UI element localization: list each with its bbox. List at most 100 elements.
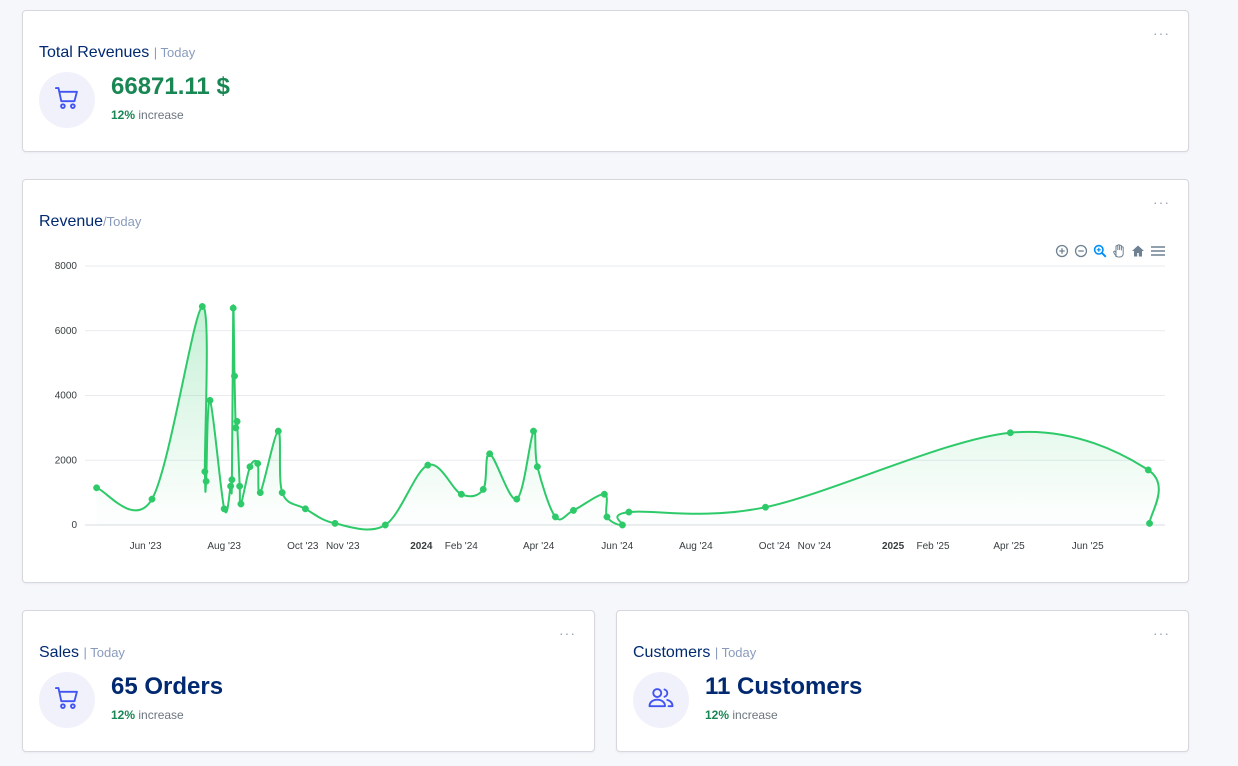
data-point[interactable]	[530, 427, 537, 435]
data-point[interactable]	[148, 495, 156, 503]
data-point[interactable]	[1146, 519, 1153, 527]
y-tick-label: 2000	[55, 455, 78, 466]
x-tick-label: Jun '23	[130, 541, 162, 552]
data-point[interactable]	[274, 427, 282, 435]
customers-card-title: Customers | Today	[633, 644, 756, 662]
data-point[interactable]	[254, 460, 262, 467]
data-point[interactable]	[227, 482, 235, 490]
revenue-value: 66871.11 $	[111, 73, 230, 100]
customers-increase: 12% increase	[705, 708, 778, 722]
y-tick-label: 8000	[55, 261, 78, 272]
revenue-increase: 12% increase	[111, 108, 184, 122]
x-tick-label: Feb '24	[445, 541, 478, 552]
data-point[interactable]	[229, 304, 237, 312]
data-point[interactable]	[233, 417, 241, 425]
data-point[interactable]	[220, 505, 228, 513]
revenue-card-menu-button[interactable]: ···	[1153, 25, 1170, 41]
series-area	[96, 305, 1159, 530]
x-tick-label: 2025	[882, 541, 905, 552]
people-icon	[646, 683, 676, 718]
sales-card-filter: | Today	[83, 645, 125, 660]
customers-increase-pct: 12%	[705, 708, 730, 722]
sales-card-title-text: Sales	[39, 644, 80, 661]
revenue-increase-pct: 12%	[111, 108, 136, 122]
data-point[interactable]	[201, 468, 209, 476]
data-point[interactable]	[228, 476, 236, 484]
sales-icon-circle	[39, 672, 95, 728]
x-tick-label: Oct '24	[759, 541, 791, 552]
sales-increase: 12% increase	[111, 708, 184, 722]
data-point[interactable]	[457, 490, 465, 498]
customers-card-menu-button[interactable]: ···	[1153, 625, 1170, 641]
data-point[interactable]	[278, 489, 286, 497]
data-point[interactable]	[206, 396, 214, 404]
sales-value: 65 Orders	[111, 673, 224, 700]
x-tick-label: Aug '23	[207, 541, 241, 552]
x-tick-label: 2024	[410, 541, 433, 552]
data-point[interactable]	[301, 505, 309, 513]
x-tick-label: Apr '24	[523, 541, 555, 552]
customers-value: 11 Customers	[705, 673, 863, 700]
revenue-chart: 8000 6000 4000 2000 0 Jun '23 Aug '23 Oct '23 N…	[55, 261, 1165, 552]
customers-card: ··· Customers | Today 11 Customers 12% i…	[616, 610, 1189, 752]
chart-card-title: Revenue/Today	[39, 213, 141, 231]
data-point[interactable]	[618, 521, 626, 529]
revenue-card-title-text: Total Revenues	[39, 44, 150, 61]
total-revenues-card: ··· Total Revenues | Today 66871.11 $ 12…	[22, 10, 1189, 152]
chart-card-menu-button[interactable]: ···	[1153, 194, 1170, 210]
x-tick-label: Aug '24	[679, 541, 713, 552]
customers-card-title-text: Customers	[633, 644, 711, 661]
customers-icon-circle	[633, 672, 689, 728]
customers-increase-label: increase	[732, 708, 778, 722]
data-point[interactable]	[246, 463, 254, 471]
data-point[interactable]	[625, 508, 633, 516]
data-point[interactable]	[603, 513, 611, 521]
data-point[interactable]	[486, 450, 494, 458]
data-point[interactable]	[762, 503, 769, 511]
sales-card-menu-button[interactable]: ···	[559, 625, 576, 641]
data-point[interactable]	[551, 513, 559, 521]
data-point[interactable]	[424, 461, 432, 469]
data-point[interactable]	[202, 477, 210, 485]
sales-card: ··· Sales | Today 65 Orders 12% increase	[22, 610, 595, 752]
customers-card-filter: | Today	[714, 645, 757, 660]
data-point[interactable]	[237, 500, 245, 508]
x-tick-label: Apr '25	[993, 541, 1025, 552]
revenue-icon-circle	[39, 72, 95, 128]
data-point[interactable]	[236, 482, 244, 490]
x-tick-label: Nov '23	[326, 541, 360, 552]
cart-icon	[53, 684, 81, 717]
data-point[interactable]	[256, 489, 264, 497]
revenue-increase-label: increase	[138, 108, 184, 122]
chart-card-filter: /Today	[103, 214, 142, 229]
data-point[interactable]	[533, 463, 541, 471]
y-tick-label: 6000	[55, 326, 78, 337]
data-point[interactable]	[93, 484, 101, 492]
data-point[interactable]	[231, 372, 238, 380]
data-point[interactable]	[1006, 429, 1014, 437]
x-tick-label: Oct '23	[287, 541, 319, 552]
y-tick-label: 4000	[55, 391, 78, 402]
sales-increase-label: increase	[138, 708, 184, 722]
x-tick-label: Jun '25	[1072, 541, 1104, 552]
data-point[interactable]	[381, 521, 389, 529]
revenue-card-title: Total Revenues | Today	[39, 44, 195, 62]
data-point[interactable]	[569, 506, 577, 514]
x-tick-label: Jun '24	[601, 541, 633, 552]
data-point[interactable]	[513, 495, 521, 503]
data-point[interactable]	[479, 485, 487, 493]
x-tick-label: Feb '25	[916, 541, 949, 552]
cart-icon	[53, 84, 81, 117]
revenue-chart-card: ··· Revenue/Today 8000 6000 4000 2000 0 …	[22, 179, 1189, 583]
data-point[interactable]	[198, 303, 206, 310]
y-tick-label: 0	[71, 520, 77, 531]
data-point[interactable]	[331, 519, 339, 527]
data-point[interactable]	[232, 424, 240, 432]
data-point[interactable]	[1144, 466, 1152, 474]
chart-card-title-text: Revenue	[39, 213, 104, 230]
sales-card-title: Sales | Today	[39, 644, 125, 662]
revenue-card-filter: | Today	[153, 45, 196, 60]
sales-increase-pct: 12%	[111, 708, 136, 722]
data-point[interactable]	[600, 490, 608, 498]
x-tick-label: Nov '24	[798, 541, 832, 552]
